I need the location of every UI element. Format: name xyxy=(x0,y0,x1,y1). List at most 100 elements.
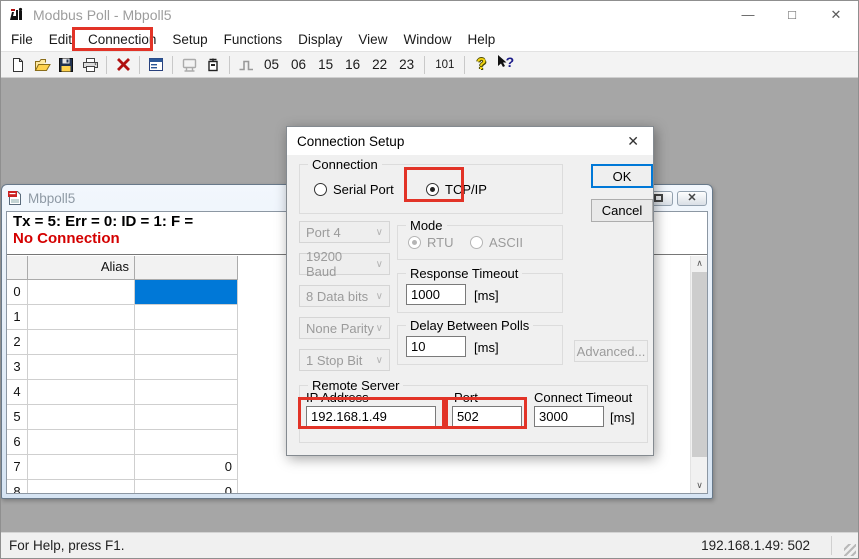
value-cell[interactable] xyxy=(135,305,238,330)
parity-select[interactable]: None Parity∨ xyxy=(299,317,390,339)
alias-cell[interactable] xyxy=(28,280,135,305)
value-cell[interactable] xyxy=(135,380,238,405)
ip-address-input[interactable] xyxy=(306,406,436,427)
row-header[interactable]: 6 xyxy=(7,430,28,455)
pulse-icon[interactable] xyxy=(234,54,258,76)
value-cell[interactable] xyxy=(135,355,238,380)
response-timeout-label: Response Timeout xyxy=(406,266,522,281)
value-cell[interactable]: 0 xyxy=(135,480,238,493)
connection-group: Connection Serial Port TCP/IP xyxy=(299,164,563,214)
save-icon[interactable] xyxy=(54,54,78,76)
table-row: 7 0 xyxy=(7,455,690,480)
func-23-button[interactable]: 23 xyxy=(393,57,420,72)
open-file-icon[interactable] xyxy=(30,54,54,76)
vertical-scrollbar[interactable]: ∧ ∨ xyxy=(690,256,707,493)
stop-bit-select[interactable]: 1 Stop Bit∨ xyxy=(299,349,390,371)
scroll-down-icon[interactable]: ∨ xyxy=(691,478,708,493)
radio-circle xyxy=(470,236,483,249)
value-cell[interactable]: 0 xyxy=(135,455,238,480)
alias-cell[interactable] xyxy=(28,405,135,430)
row-header[interactable]: 8 xyxy=(7,480,28,493)
row-header[interactable]: 5 xyxy=(7,405,28,430)
data-bits-select[interactable]: 8 Data bits∨ xyxy=(299,285,390,307)
dialog-titlebar[interactable]: Connection Setup ✕ xyxy=(287,127,653,155)
print-icon[interactable] xyxy=(78,54,102,76)
menu-edit[interactable]: Edit xyxy=(41,29,80,50)
value-column-header[interactable] xyxy=(135,256,238,280)
cancel-x-icon[interactable] xyxy=(111,54,135,76)
cancel-button[interactable]: Cancel xyxy=(591,199,653,222)
func-101-button[interactable]: 101 xyxy=(431,58,458,72)
func-15-button[interactable]: 15 xyxy=(312,57,339,72)
menu-window[interactable]: Window xyxy=(395,29,459,50)
help-icon[interactable]: ? xyxy=(469,54,493,76)
alias-cell[interactable] xyxy=(28,305,135,330)
row-header[interactable]: 2 xyxy=(7,330,28,355)
menu-connection[interactable]: Connection xyxy=(80,29,164,50)
menu-functions[interactable]: Functions xyxy=(216,29,291,50)
row-header[interactable]: 0 xyxy=(7,280,28,305)
alias-cell[interactable] xyxy=(28,480,135,493)
alias-column-header[interactable]: Alias xyxy=(28,256,135,280)
dialog-close-icon[interactable]: ✕ xyxy=(623,133,643,150)
menu-file[interactable]: File xyxy=(3,29,41,50)
row-header[interactable]: 3 xyxy=(7,355,28,380)
ms-unit-label: [ms] xyxy=(474,288,499,303)
port-input[interactable] xyxy=(452,406,522,427)
row-header[interactable]: 7 xyxy=(7,455,28,480)
value-cell[interactable] xyxy=(135,405,238,430)
value-cell[interactable] xyxy=(135,330,238,355)
ok-button[interactable]: OK xyxy=(591,164,653,188)
alias-cell[interactable] xyxy=(28,330,135,355)
alias-cell[interactable] xyxy=(28,455,135,480)
radio-circle xyxy=(426,183,439,196)
resize-grip[interactable] xyxy=(844,544,856,556)
advanced-button[interactable]: Advanced... xyxy=(574,340,648,362)
value-cell[interactable] xyxy=(135,430,238,455)
maximize-icon[interactable]: □ xyxy=(770,1,814,28)
scrollbar-thumb[interactable] xyxy=(692,272,707,457)
setup-window-icon[interactable] xyxy=(144,54,168,76)
scroll-up-icon[interactable]: ∧ xyxy=(691,256,708,271)
row-header[interactable]: 4 xyxy=(7,380,28,405)
poll-disabled-icon[interactable] xyxy=(177,54,201,76)
func-06-button[interactable]: 06 xyxy=(285,57,312,72)
dialog-title: Connection Setup xyxy=(297,134,404,149)
table-row: 8 0 xyxy=(7,480,690,493)
new-file-icon[interactable] xyxy=(6,54,30,76)
baud-rate-select[interactable]: 19200 Baud∨ xyxy=(299,253,390,275)
ascii-radio[interactable]: ASCII xyxy=(470,235,523,250)
chevron-down-icon: ∨ xyxy=(376,227,383,238)
close-icon[interactable]: ✕ xyxy=(814,1,858,28)
func-22-button[interactable]: 22 xyxy=(366,57,393,72)
connect-timeout-input[interactable] xyxy=(534,406,604,427)
row-header[interactable]: 1 xyxy=(7,305,28,330)
document-icon xyxy=(7,190,23,206)
toolbar-separator xyxy=(464,56,465,74)
alias-cell[interactable] xyxy=(28,355,135,380)
menu-setup[interactable]: Setup xyxy=(164,29,215,50)
menu-display[interactable]: Display xyxy=(290,29,350,50)
menu-view[interactable]: View xyxy=(350,29,395,50)
menu-help[interactable]: Help xyxy=(459,29,503,50)
radio-circle xyxy=(408,236,421,249)
alias-cell[interactable] xyxy=(28,380,135,405)
context-help-icon[interactable]: ? xyxy=(493,54,517,76)
serial-port-radio[interactable]: Serial Port xyxy=(314,182,394,197)
app-title: Modbus Poll - Mbpoll5 xyxy=(33,7,172,23)
minimize-icon[interactable]: — xyxy=(726,1,770,28)
alias-cell[interactable] xyxy=(28,430,135,455)
tcpip-radio[interactable]: TCP/IP xyxy=(426,182,487,197)
func-05-button[interactable]: 05 xyxy=(258,57,285,72)
delay-group: Delay Between Polls [ms] xyxy=(397,325,563,365)
menubar: File Edit Connection Setup Functions Dis… xyxy=(1,28,858,51)
value-cell-selected[interactable] xyxy=(135,280,238,305)
response-timeout-input[interactable] xyxy=(406,284,466,305)
func-16-button[interactable]: 16 xyxy=(339,57,366,72)
serial-port-select[interactable]: Port 4∨ xyxy=(299,221,390,243)
connect-timeout-label: Connect Timeout xyxy=(534,390,632,405)
device-icon[interactable] xyxy=(201,54,225,76)
rtu-radio[interactable]: RTU xyxy=(408,235,453,250)
mdi-close-icon[interactable]: ✕ xyxy=(677,191,707,206)
delay-input[interactable] xyxy=(406,336,466,357)
